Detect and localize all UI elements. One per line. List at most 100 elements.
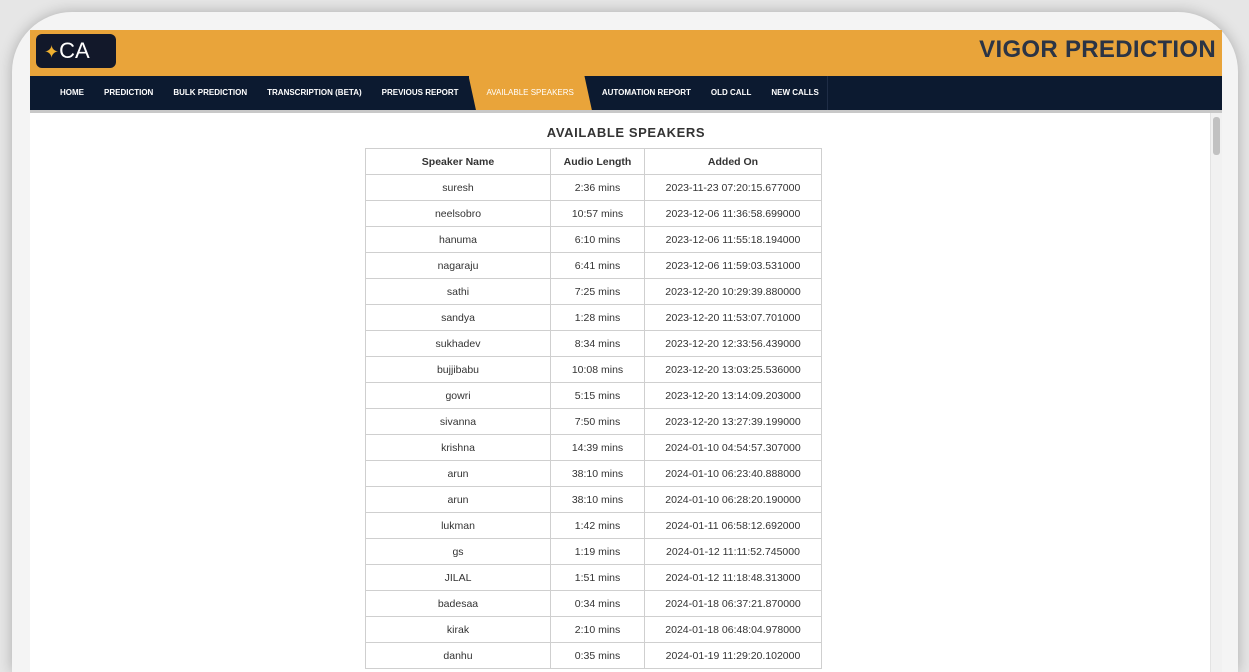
nav-item-prediction[interactable]: PREDICTION xyxy=(94,76,163,110)
table-row: krishna 14:39 mins 2024-01-10 04:54:57.307… xyxy=(365,434,822,461)
logo-text: CA xyxy=(59,38,90,63)
table-row: gowri 5:15 mins 2023-12-20 13:14:09.203000 xyxy=(365,382,822,409)
nav-item-bulk-prediction[interactable]: BULK PREDICTION xyxy=(163,76,257,110)
table-row: suresh 2:36 mins 2023-11-23 07:20:15.67700… xyxy=(365,174,822,201)
table-row: bujjibabu 10:08 mins 2023-12-20 13:03:25.5… xyxy=(365,356,822,383)
added-on-cell: 2023-12-06 11:55:18.194000 xyxy=(644,226,822,253)
speaker-name-cell: badesaa xyxy=(365,590,551,617)
nav-item-automation-report[interactable]: AUTOMATION REPORT xyxy=(592,76,701,110)
speaker-name-cell: nagaraju xyxy=(365,252,551,279)
speaker-name-cell: neelsobro xyxy=(365,200,551,227)
audio-length-cell: 0:35 mins xyxy=(550,642,645,669)
speaker-name-cell: kirak xyxy=(365,616,551,643)
added-on-cell: 2024-01-18 06:37:21.870000 xyxy=(644,590,822,617)
scrollbar-thumb[interactable] xyxy=(1213,117,1220,155)
table-row: danhu 0:35 mins 2024-01-19 11:29:20.102000 xyxy=(365,642,822,669)
table-header-row: Speaker Name Audio Length Added On xyxy=(365,148,822,175)
nav-item-old-call[interactable]: OLD CALL xyxy=(701,76,761,110)
speaker-name-cell: sukhadev xyxy=(365,330,551,357)
nav-item-transcription-beta[interactable]: TRANSCRIPTION (BETA) xyxy=(257,76,372,110)
audio-length-cell: 1:19 mins xyxy=(550,538,645,565)
nav-empty-area xyxy=(827,76,1222,110)
audio-length-cell: 5:15 mins xyxy=(550,382,645,409)
speaker-name-cell: sathi xyxy=(365,278,551,305)
speaker-name-cell: gs xyxy=(365,538,551,565)
nav-item-previous-report[interactable]: PREVIOUS REPORT xyxy=(372,76,469,110)
added-on-cell: 2024-01-10 04:54:57.307000 xyxy=(644,434,822,461)
page-scrollbar[interactable] xyxy=(1210,113,1222,672)
app-header: ✦CA VIGOR PREDICTION xyxy=(30,30,1222,76)
table-row: sivanna 7:50 mins 2023-12-20 13:27:39.1990… xyxy=(365,408,822,435)
audio-length-cell: 10:08 mins xyxy=(550,356,645,383)
added-on-cell: 2023-12-06 11:36:58.699000 xyxy=(644,200,822,227)
added-on-cell: 2024-01-19 11:29:20.102000 xyxy=(644,642,822,669)
added-on-cell: 2023-12-20 13:03:25.536000 xyxy=(644,356,822,383)
nav-item-available-speakers[interactable]: AVAILABLE SPEAKERS xyxy=(468,76,592,110)
table-row: nagaraju 6:41 mins 2023-12-06 11:59:03.531… xyxy=(365,252,822,279)
speaker-name-cell: arun xyxy=(365,460,551,487)
table-row: kirak 2:10 mins 2024-01-18 06:48:04.978000 xyxy=(365,616,822,643)
speaker-name-cell: JILAL xyxy=(365,564,551,591)
page-title: AVAILABLE SPEAKERS xyxy=(546,125,706,140)
app-title: VIGOR PREDICTION xyxy=(979,36,1216,63)
audio-length-cell: 2:36 mins xyxy=(550,174,645,201)
table-row: badesaa 0:34 mins 2024-01-18 06:37:21.8700… xyxy=(365,590,822,617)
nav-divider xyxy=(30,110,1222,113)
logo-star-icon: ✦ xyxy=(44,42,60,62)
audio-length-cell: 38:10 mins xyxy=(550,460,645,487)
audio-length-cell: 14:39 mins xyxy=(550,434,645,461)
speaker-name-cell: gowri xyxy=(365,382,551,409)
speaker-name-cell: suresh xyxy=(365,174,551,201)
speaker-name-cell: arun xyxy=(365,486,551,513)
column-header-speaker-name: Speaker Name xyxy=(365,148,551,175)
added-on-cell: 2023-12-20 11:53:07.701000 xyxy=(644,304,822,331)
added-on-cell: 2023-11-23 07:20:15.677000 xyxy=(644,174,822,201)
added-on-cell: 2023-12-20 12:33:56.439000 xyxy=(644,330,822,357)
audio-length-cell: 0:34 mins xyxy=(550,590,645,617)
table-row: arun 38:10 mins 2024-01-10 06:28:20.190000 xyxy=(365,486,822,513)
added-on-cell: 2024-01-12 11:11:52.745000 xyxy=(644,538,822,565)
audio-length-cell: 7:50 mins xyxy=(550,408,645,435)
audio-length-cell: 6:10 mins xyxy=(550,226,645,253)
table-row: JILAL 1:51 mins 2024-01-12 11:18:48.313000 xyxy=(365,564,822,591)
table-row: gs 1:19 mins 2024-01-12 11:11:52.745000 xyxy=(365,538,822,565)
app-logo[interactable]: ✦CA xyxy=(36,34,116,68)
added-on-cell: 2023-12-20 13:14:09.203000 xyxy=(644,382,822,409)
audio-length-cell: 6:41 mins xyxy=(550,252,645,279)
main-nav: HOME PREDICTION BULK PREDICTION TRANSCRIPTI… xyxy=(30,76,1222,110)
table-row: sandya 1:28 mins 2023-12-20 11:53:07.70100… xyxy=(365,304,822,331)
added-on-cell: 2024-01-10 06:23:40.888000 xyxy=(644,460,822,487)
added-on-cell: 2024-01-10 06:28:20.190000 xyxy=(644,486,822,513)
added-on-cell: 2023-12-06 11:59:03.531000 xyxy=(644,252,822,279)
speaker-name-cell: danhu xyxy=(365,642,551,669)
speakers-table: Speaker Name Audio Length Added On sures… xyxy=(365,148,822,669)
column-header-added-on: Added On xyxy=(644,148,822,175)
speaker-name-cell: sandya xyxy=(365,304,551,331)
table-row: sukhadev 8:34 mins 2023-12-20 12:33:56.439… xyxy=(365,330,822,357)
speaker-name-cell: krishna xyxy=(365,434,551,461)
nav-item-home[interactable]: HOME xyxy=(50,76,94,110)
speaker-name-cell: lukman xyxy=(365,512,551,539)
audio-length-cell: 1:28 mins xyxy=(550,304,645,331)
table-row: sathi 7:25 mins 2023-12-20 10:29:39.880000 xyxy=(365,278,822,305)
audio-length-cell: 10:57 mins xyxy=(550,200,645,227)
table-body: suresh 2:36 mins 2023-11-23 07:20:15.67700… xyxy=(365,174,822,669)
audio-length-cell: 7:25 mins xyxy=(550,278,645,305)
speaker-name-cell: bujjibabu xyxy=(365,356,551,383)
audio-length-cell: 38:10 mins xyxy=(550,486,645,513)
added-on-cell: 2023-12-20 10:29:39.880000 xyxy=(644,278,822,305)
added-on-cell: 2024-01-12 11:18:48.313000 xyxy=(644,564,822,591)
audio-length-cell: 1:51 mins xyxy=(550,564,645,591)
added-on-cell: 2023-12-20 13:27:39.199000 xyxy=(644,408,822,435)
nav-item-new-calls[interactable]: NEW CALLS xyxy=(761,76,829,110)
column-header-audio-length: Audio Length xyxy=(550,148,645,175)
table-row: lukman 1:42 mins 2024-01-11 06:58:12.69200… xyxy=(365,512,822,539)
table-row: hanuma 6:10 mins 2023-12-06 11:55:18.19400… xyxy=(365,226,822,253)
added-on-cell: 2024-01-18 06:48:04.978000 xyxy=(644,616,822,643)
audio-length-cell: 8:34 mins xyxy=(550,330,645,357)
nav-items: HOME PREDICTION BULK PREDICTION TRANSCRIPTI… xyxy=(50,76,829,110)
speaker-name-cell: sivanna xyxy=(365,408,551,435)
table-row: arun 38:10 mins 2024-01-10 06:23:40.888000 xyxy=(365,460,822,487)
speaker-name-cell: hanuma xyxy=(365,226,551,253)
table-row: neelsobro 10:57 mins 2023-12-06 11:36:58.6… xyxy=(365,200,822,227)
